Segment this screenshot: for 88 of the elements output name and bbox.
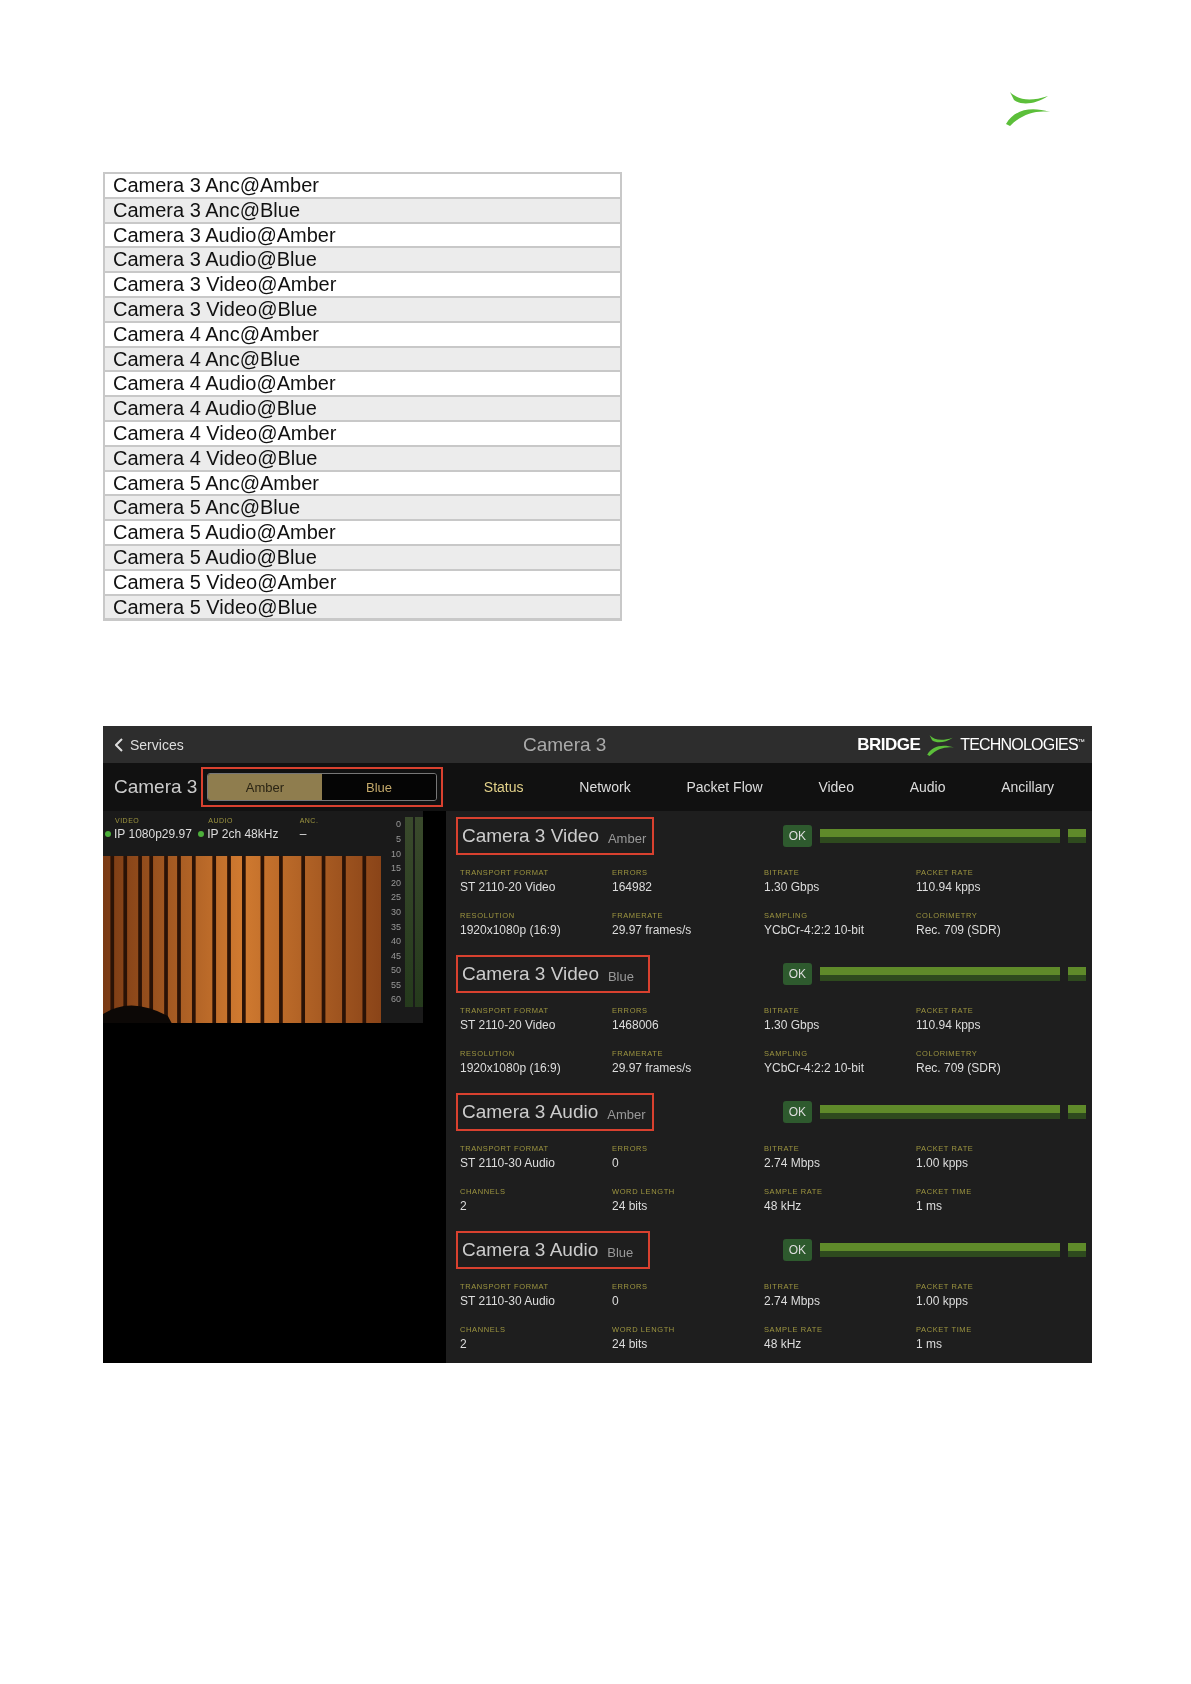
field-value: ST 2110-30 Audio [460,1294,556,1309]
source-value: – [299,827,307,842]
field-value: Rec. 709 (SDR) [916,1061,1002,1076]
traffic-graph [1068,1105,1086,1120]
field-value: YCbCr-4:2:2 10-bit [764,1061,866,1076]
traffic-graph [1068,829,1086,844]
field-value: 2 [460,1199,468,1214]
stream-list-item[interactable]: Camera 3 Video@Amber [105,273,620,298]
brand-name: BRIDGE [857,734,921,755]
traffic-graph [1068,967,1086,982]
tab[interactable]: Packet Flow [680,775,769,800]
stream-list-item[interactable]: Camera 4 Audio@Amber [105,372,620,398]
field-value: 48 kHz [764,1337,803,1352]
meter-scale-label: 35 [391,920,401,934]
field-value: 0 [612,1294,620,1309]
field-value: 1468006 [612,1018,660,1033]
field-value: 2.74 Mbps [764,1156,822,1171]
field-value: 1920x1080p (16:9) [460,923,562,938]
meter-scale-label: 40 [391,935,401,949]
field-value: 48 kHz [764,1199,803,1214]
field-value: 1 ms [916,1337,943,1352]
meter-scale-label: 30 [391,905,401,919]
stream-list-item[interactable]: Camera 3 Anc@Blue [105,198,620,224]
field-value: Rec. 709 (SDR) [916,923,1002,938]
meter-scale-label: 55 [391,978,401,992]
field-value: 2 [460,1337,468,1352]
status-badge: OK [782,1101,812,1124]
camera-name: Camera 3 [114,776,199,799]
field-value: 24 bits [612,1199,649,1214]
stream-list-item[interactable]: Camera 3 Anc@Amber [105,174,620,199]
segment-button[interactable]: Blue [322,774,436,801]
field-value: 1920x1080p (16:9) [460,1061,562,1076]
field-value: 29.97 frames/s [612,923,693,938]
segment-button[interactable]: Amber [208,774,322,801]
meter-scale-label: 5 [396,832,401,846]
field-value: 164982 [612,880,654,895]
field-value: 110.94 kpps [916,880,982,895]
meter-scale-label: 20 [391,876,401,890]
tab[interactable]: Video [812,775,860,800]
stream-title: Camera 3 Audio Amber [456,1093,654,1132]
brand-name: TECHNOLOGIES$^{™}$ [960,735,1084,754]
stream-list-item[interactable]: Camera 5 Audio@Amber [105,521,620,546]
source-value: IP 1080p29.97 [114,827,192,842]
logo-icon [1004,90,1050,126]
field-value: 1.30 Gbps [764,880,821,895]
stream-list-item[interactable]: Camera 3 Audio@Blue [105,248,620,274]
meter-scale-label: 10 [391,847,401,861]
stream-list-item[interactable]: Camera 5 Video@Blue [105,595,620,621]
field-value: 1.00 kpps [916,1156,970,1171]
tab[interactable]: Audio [903,775,952,800]
meter-scale-label: 50 [391,964,401,978]
tab[interactable]: Status [477,775,530,800]
field-value: 1.30 Gbps [764,1018,821,1033]
stream-list-item[interactable]: Camera 5 Anc@Blue [105,496,620,522]
field-value: 110.94 kpps [916,1018,982,1033]
field-value: 24 bits [612,1337,649,1352]
field-value: YCbCr-4:2:2 10-bit [764,923,866,938]
stream-title: Camera 3 Video Amber [456,817,655,856]
field-value: ST 2110-30 Audio [460,1156,556,1171]
meter-scale-label: 15 [391,862,401,876]
traffic-graph [1068,1243,1086,1258]
meter-scale-label: 45 [391,949,401,963]
meter-scale-label: 0 [396,818,401,832]
field-value: 2.74 Mbps [764,1294,822,1309]
screen-title: Camera 3 [523,733,607,756]
tab[interactable]: Network [573,775,637,800]
stream-list-item[interactable]: Camera 3 Video@Blue [105,298,620,323]
field-value: ST 2110-20 Video [460,880,557,895]
meter-scale-label: 60 [391,993,401,1007]
stream-list-item[interactable]: Camera 4 Audio@Blue [105,397,620,422]
meter-scale-label: 25 [391,891,401,905]
stream-list-item[interactable]: Camera 5 Audio@Blue [105,545,620,571]
field-value: ST 2110-20 Video [460,1018,557,1033]
tab[interactable]: Ancillary [995,775,1061,800]
stream-list-item[interactable]: Camera 4 Anc@Blue [105,347,620,373]
field-value: 1 ms [916,1199,943,1214]
source-value: IP 2ch 48kHz [207,827,279,842]
status-badge: OK [782,963,812,986]
chevron-left-icon [115,737,123,752]
stream-title: Camera 3 Audio Blue [456,1231,650,1270]
back-button[interactable]: Services [115,736,184,753]
stream-title: Camera 3 Video Blue [456,955,650,994]
field-value: 0 [612,1156,620,1171]
status-badge: OK [782,1239,812,1262]
field-value: 29.97 frames/s [612,1061,693,1076]
field-value: 1.00 kpps [916,1294,970,1309]
stream-list-item[interactable]: Camera 4 Video@Blue [105,446,620,472]
status-badge: OK [782,825,812,848]
